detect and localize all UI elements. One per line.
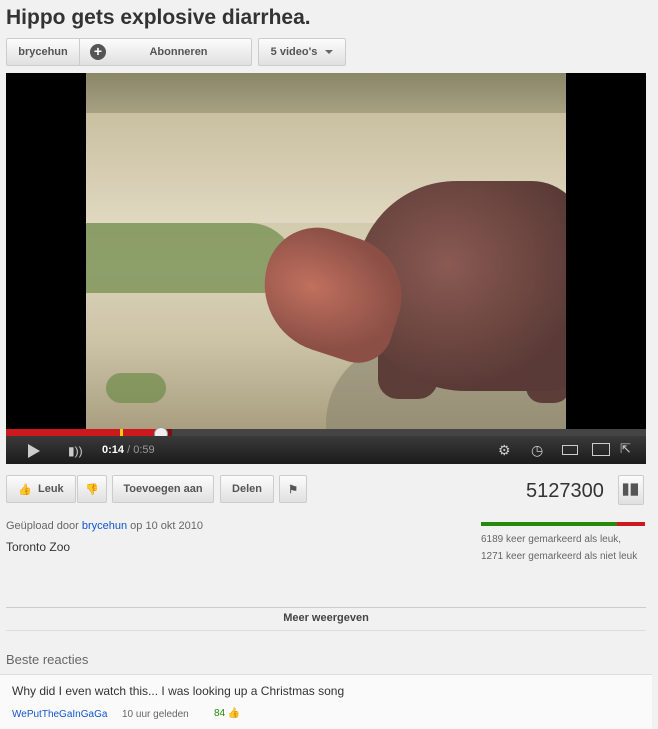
volume-icon[interactable]: ▮)) — [68, 444, 90, 458]
video-grass — [106, 373, 166, 403]
comments-heading: Beste reacties — [6, 652, 89, 667]
video-title: Hippo gets explosive diarrhea. — [6, 6, 311, 29]
progress-played — [6, 429, 160, 436]
upload-date: op 10 okt 2010 — [127, 520, 203, 532]
uploader-link[interactable]: brycehun — [82, 520, 127, 532]
stats-icon: ▋▉ — [623, 484, 639, 496]
comment-text: Why did I even watch this... I was looki… — [12, 684, 345, 698]
add-to-button[interactable]: Toevoegen aan — [112, 475, 214, 503]
fullscreen-icon[interactable]: ⇱ — [620, 441, 631, 457]
flag-icon: ⚑ — [288, 483, 298, 496]
thumbs-down-icon: 👎 — [85, 483, 99, 496]
like-label: Leuk — [38, 483, 64, 495]
comment-vote-count: 84 — [214, 708, 226, 719]
thumbs-up-icon: 👍 — [227, 708, 241, 719]
gear-icon[interactable]: ⚙ — [498, 442, 511, 459]
play-icon[interactable] — [28, 444, 40, 458]
comment-item — [0, 674, 652, 729]
progress-bar[interactable] — [6, 429, 646, 436]
share-button[interactable]: Delen — [220, 475, 274, 503]
thumbs-up-icon: 👍 — [18, 483, 32, 496]
comment-author[interactable]: WePutTheGaInGaGa — [12, 709, 107, 720]
plus-icon: + — [90, 44, 106, 60]
time-display: 0:14 / 0:59 — [102, 444, 155, 456]
clock-icon[interactable]: ◷ — [531, 442, 543, 459]
video-description: Toronto Zoo — [6, 540, 71, 554]
chevron-down-icon — [325, 50, 334, 54]
player-controls: ▮)) 0:14 / 0:59 ⚙ ◷ ⇱ — [6, 436, 646, 464]
duration: / 0:59 — [124, 444, 155, 456]
show-more-button[interactable]: Meer weergeven — [6, 608, 646, 628]
channel-name-button[interactable]: brycehun — [7, 39, 80, 65]
divider — [6, 630, 646, 631]
likes-text: 6189 keer gemarkeerd als leuk, 1271 keer… — [481, 534, 638, 562]
channel-videos-dropdown[interactable]: 5 video's — [258, 38, 346, 66]
small-player-icon[interactable] — [562, 445, 578, 455]
comment-votes[interactable]: 84 👍 — [214, 708, 240, 719]
subscribe-button[interactable]: Abonneren — [106, 46, 251, 58]
like-button[interactable]: 👍 Leuk — [6, 475, 76, 503]
upload-info: Geüpload door brycehun op 10 okt 2010 — [6, 520, 203, 532]
comment-time: 10 uur geleden — [122, 709, 189, 720]
video-player[interactable]: ▮)) 0:14 / 0:59 ⚙ ◷ ⇱ — [6, 73, 646, 464]
like-ratio-fill — [481, 522, 618, 526]
view-count: 5127300 — [526, 480, 604, 502]
like-ratio-bar — [481, 522, 645, 526]
large-player-icon[interactable] — [592, 443, 610, 456]
flag-button[interactable]: ⚑ — [279, 475, 307, 503]
dislike-button[interactable]: 👎 — [77, 475, 107, 503]
subscribe-group[interactable]: brycehun + Abonneren — [6, 38, 252, 66]
videos-count-label: 5 video's — [270, 46, 318, 58]
current-time: 0:14 — [102, 444, 125, 456]
video-frame[interactable] — [86, 73, 566, 429]
ad-marker — [119, 429, 123, 436]
upload-prefix: Geüpload door — [6, 520, 82, 532]
stats-button[interactable]: ▋▉ — [618, 475, 644, 505]
